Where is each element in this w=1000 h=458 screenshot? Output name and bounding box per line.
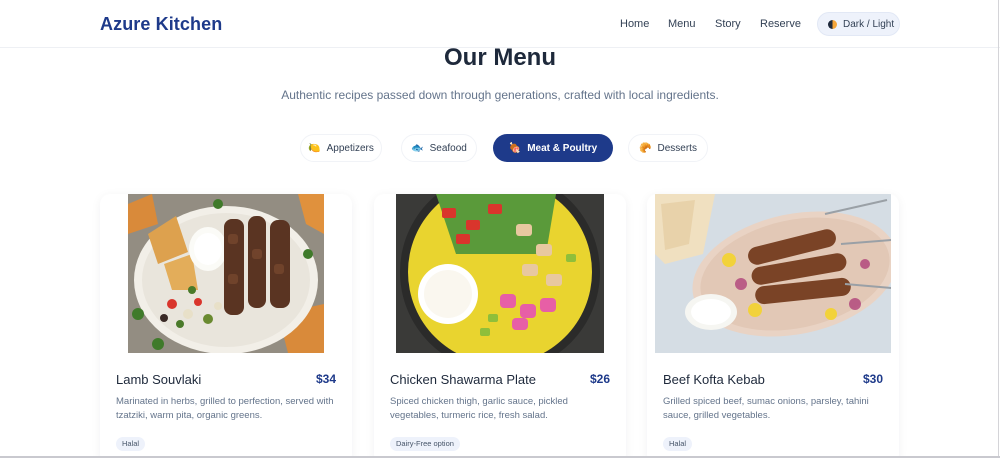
- dish-price: $26: [589, 372, 610, 386]
- nav-home[interactable]: Home: [620, 18, 649, 30]
- theme-toggle-label: Dark / Light: [843, 18, 895, 30]
- theme-toggle-button[interactable]: Dark / Light: [817, 12, 900, 36]
- dish-price: $34: [315, 372, 336, 386]
- dish-description: Spiced chicken thigh, garlic sauce, pick…: [390, 396, 568, 421]
- page-title: Our Menu: [444, 44, 556, 71]
- dietary-tag: Halal: [663, 437, 693, 451]
- nav-reserve[interactable]: Reserve: [760, 18, 801, 30]
- nav-menu[interactable]: Menu: [668, 18, 696, 30]
- nav-story[interactable]: Story: [715, 18, 741, 30]
- meat-icon: 🍖: [508, 142, 522, 154]
- dish-description: Marinated in herbs, grilled to perfectio…: [116, 396, 334, 421]
- brand-logo[interactable]: Azure Kitchen: [100, 14, 222, 35]
- dish-name: Beef Kofta Kebab: [663, 372, 765, 387]
- tab-seafood[interactable]: 🐟 Seafood: [401, 134, 477, 162]
- tab-meat-poultry[interactable]: 🍖 Meat & Poultry: [493, 134, 613, 162]
- window-edge: [998, 0, 999, 458]
- dish-photo: [128, 194, 324, 353]
- dessert-icon: 🥐: [639, 142, 652, 154]
- dish-card-lamb-souvlaki[interactable]: Lamb Souvlaki $34 Marinated in herbs, gr…: [100, 194, 352, 458]
- dish-description: Grilled spiced beef, sumac onions, parsl…: [663, 396, 869, 421]
- half-moon-icon: [828, 19, 837, 29]
- tab-label: Desserts: [657, 142, 697, 154]
- dish-photo: [655, 194, 891, 353]
- dish-photo: [396, 194, 604, 353]
- dish-price: $30: [862, 372, 883, 386]
- lemon-icon: 🍋: [308, 142, 321, 154]
- dietary-tag: Dairy-Free option: [390, 437, 460, 451]
- site-header: Azure Kitchen Home Menu Story Reserve Da…: [0, 0, 1000, 48]
- tab-label: Appetizers: [326, 142, 374, 154]
- dish-card-chicken-shawarma[interactable]: Chicken Shawarma Plate $26 Spiced chicke…: [374, 194, 626, 458]
- tab-label: Seafood: [429, 142, 467, 154]
- dish-name: Lamb Souvlaki: [116, 372, 202, 387]
- dietary-tag: Halal: [116, 437, 146, 451]
- dish-card-beef-kofta[interactable]: Beef Kofta Kebab $30 Grilled spiced beef…: [647, 194, 899, 458]
- page-subtitle: Authentic recipes passed down through ge…: [281, 88, 719, 102]
- tab-desserts[interactable]: 🥐 Desserts: [628, 134, 708, 162]
- tab-label: Meat & Poultry: [527, 142, 598, 154]
- tab-appetizers[interactable]: 🍋 Appetizers: [300, 134, 382, 162]
- fish-icon: 🐟: [411, 142, 424, 154]
- dish-name: Chicken Shawarma Plate: [390, 372, 536, 387]
